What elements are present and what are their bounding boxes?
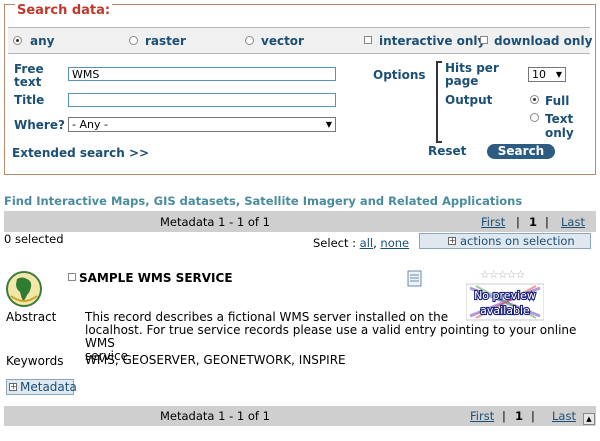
metadata-range: Metadata 1 - 1 of 1: [160, 409, 270, 423]
organization-logo: [6, 271, 42, 307]
title-input[interactable]: [68, 93, 336, 107]
abstract-label: Abstract: [6, 310, 57, 324]
scroll-up-icon[interactable]: ▲: [583, 413, 595, 425]
first-page-link[interactable]: First: [481, 215, 505, 229]
hits-per-page-value: 10: [532, 68, 546, 81]
search-button[interactable]: Search: [487, 144, 555, 159]
select-comma: ,: [373, 236, 377, 250]
options-bracket: [436, 61, 442, 143]
current-page: 1: [529, 215, 538, 229]
radio-raster-label[interactable]: raster: [145, 34, 186, 48]
actions-label: actions on selection: [460, 234, 575, 248]
metadata-range: Metadata 1 - 1 of 1: [160, 215, 270, 229]
interactive-only-checkbox[interactable]: [364, 36, 372, 44]
radio-vector-label[interactable]: vector: [261, 34, 304, 48]
radio-vector[interactable]: [245, 36, 254, 45]
pager-separator: |: [545, 215, 549, 229]
metadata-toggle-button[interactable]: + Metadata: [6, 379, 77, 395]
free-text-input[interactable]: [68, 67, 336, 81]
rating-stars-icon: ☆☆☆☆☆: [480, 268, 525, 281]
hits-per-page-select[interactable]: 10 ▼: [528, 67, 566, 82]
preview-line-1: No preview: [474, 289, 536, 302]
select-label: Select :: [313, 236, 357, 250]
search-legend: Search data:: [15, 3, 113, 18]
last-page-link[interactable]: Last: [552, 409, 576, 423]
first-page-link[interactable]: First: [470, 409, 494, 423]
chevron-down-icon: ▼: [555, 70, 562, 79]
hits-per-page-label: Hits per page: [445, 61, 499, 88]
abstract-line: localhost. For true service records plea…: [85, 323, 577, 350]
pagination-bar-bottom: Metadata 1 - 1 of 1 First | 1 | Last: [4, 406, 596, 426]
output-full-radio[interactable]: [530, 95, 539, 104]
where-label: Where?: [14, 118, 65, 132]
extended-search-link[interactable]: Extended search >>: [12, 147, 149, 160]
pager-separator: |: [516, 215, 520, 229]
download-only-checkbox[interactable]: [480, 36, 488, 44]
actions-on-selection-button[interactable]: + actions on selection: [419, 233, 591, 249]
title-label: Title: [14, 93, 45, 107]
metadata-toggle-label: Metadata: [20, 380, 77, 394]
metadata-document-icon[interactable]: [407, 270, 423, 287]
radio-raster[interactable]: [129, 36, 138, 45]
reset-button[interactable]: Reset: [428, 145, 466, 158]
record-title[interactable]: SAMPLE WMS SERVICE: [79, 271, 233, 285]
selected-count: 0 selected: [4, 232, 64, 246]
options-label: Options: [373, 68, 426, 82]
radio-any[interactable]: [13, 36, 22, 45]
download-only-label[interactable]: download only: [494, 34, 592, 48]
select-all-link[interactable]: all: [360, 236, 373, 250]
select-controls: Select : all, none: [313, 236, 409, 250]
chevron-down-icon: ▼: [325, 120, 332, 129]
output-full-label[interactable]: Full: [545, 94, 569, 108]
interactive-only-label[interactable]: interactive only: [379, 34, 485, 48]
record-select-checkbox[interactable]: [68, 273, 76, 281]
where-select[interactable]: - Any - ▼: [68, 117, 336, 132]
pager-separator: |: [502, 409, 506, 423]
pager-separator: |: [531, 409, 535, 423]
expand-icon: +: [9, 382, 17, 391]
pagination-bar-top: Metadata 1 - 1 of 1 First | 1 | Last: [4, 211, 596, 232]
radio-any-label[interactable]: any: [30, 34, 54, 48]
output-label: Output: [445, 93, 493, 107]
results-heading: Find Interactive Maps, GIS datasets, Sat…: [4, 194, 523, 208]
where-select-value: - Any -: [72, 118, 108, 131]
keywords-value: WMS, GEOSERVER, GEONETWORK, INSPIRE: [85, 353, 346, 367]
select-none-link[interactable]: none: [380, 236, 409, 250]
keywords-label: Keywords: [6, 354, 64, 368]
last-page-link[interactable]: Last: [561, 215, 585, 229]
expand-icon: +: [448, 236, 456, 245]
output-text-label[interactable]: Text only: [527, 112, 574, 140]
current-page: 1: [515, 409, 524, 423]
free-text-label: Free text: [14, 62, 44, 89]
